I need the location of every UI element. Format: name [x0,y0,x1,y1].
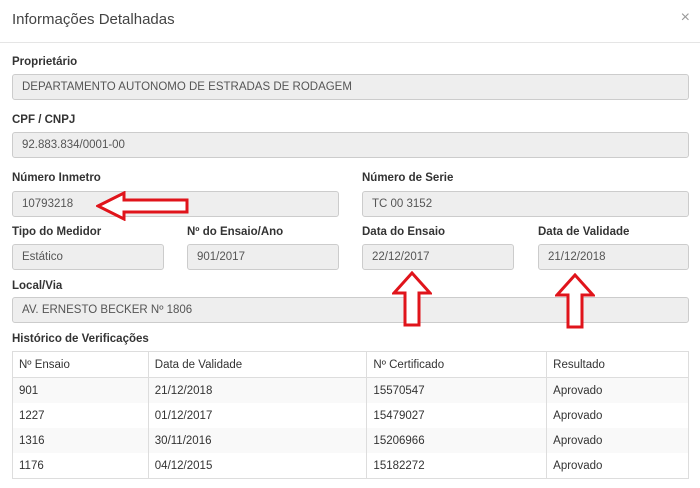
modal-header: Informações Detalhadas × [0,0,700,43]
modal-title: Informações Detalhadas [12,11,175,28]
ensaio-ano-field: 901/2017 [187,244,339,270]
table-cell: Aprovado [546,403,689,428]
cpf-cnpj-label: CPF / CNPJ [12,114,76,126]
data-validade-field: 21/12/2018 [538,244,689,270]
table-cell: Aprovado [546,377,689,403]
table-cell: 15570547 [366,377,548,403]
column-header: Data de Validade [147,351,368,378]
table-cell: 15182272 [366,453,548,479]
column-header: Nº Ensaio [12,351,149,378]
table-row: 901 21/12/2018 15570547 Aprovado [12,377,689,403]
historico-table: Nº Ensaio Data de Validade Nº Certificad… [12,351,689,479]
table-row: 1176 04/12/2015 15182272 Aprovado [12,453,689,479]
table-cell: 901 [12,377,149,403]
table-header-row: Nº Ensaio Data de Validade Nº Certificad… [12,351,689,378]
up-arrow-annotation-ensaio [392,271,432,327]
data-ensaio-label: Data do Ensaio [362,226,446,238]
close-icon[interactable]: × [681,9,690,27]
table-row: 1316 30/11/2016 15206966 Aprovado [12,428,689,453]
table-cell: 15206966 [366,428,548,453]
up-arrow-annotation-validade [555,273,595,329]
table-cell: 01/12/2017 [147,403,368,428]
table-cell: 04/12/2015 [147,453,368,479]
proprietario-label: Proprietário [12,56,78,68]
tipo-medidor-field: Estático [12,244,164,270]
cpf-cnpj-field: 92.883.834/0001-00 [12,132,689,158]
table-cell: 30/11/2016 [147,428,368,453]
column-header: Nº Certificado [366,351,548,378]
table-cell: 21/12/2018 [147,377,368,403]
column-header: Resultado [546,351,689,378]
local-via-label: Local/Via [12,280,63,292]
ensaio-ano-label: Nº do Ensaio/Ano [187,226,284,238]
historico-title: Histórico de Verificações [12,333,149,345]
table-cell: 1176 [12,453,149,479]
table-row: 1227 01/12/2017 15479027 Aprovado [12,403,689,428]
table-cell: Aprovado [546,428,689,453]
numero-serie-label: Número de Serie [362,172,454,184]
numero-inmetro-label: Número Inmetro [12,172,101,184]
table-cell: 15479027 [366,403,548,428]
proprietario-field: DEPARTAMENTO AUTONOMO DE ESTRADAS DE ROD… [12,74,689,100]
data-ensaio-field: 22/12/2017 [362,244,514,270]
table-cell: 1227 [12,403,149,428]
table-cell: 1316 [12,428,149,453]
numero-serie-field: TC 00 3152 [362,191,689,217]
data-validade-label: Data de Validade [538,226,630,238]
tipo-medidor-label: Tipo do Medidor [12,226,102,238]
table-cell: Aprovado [546,453,689,479]
left-arrow-annotation [96,191,189,221]
